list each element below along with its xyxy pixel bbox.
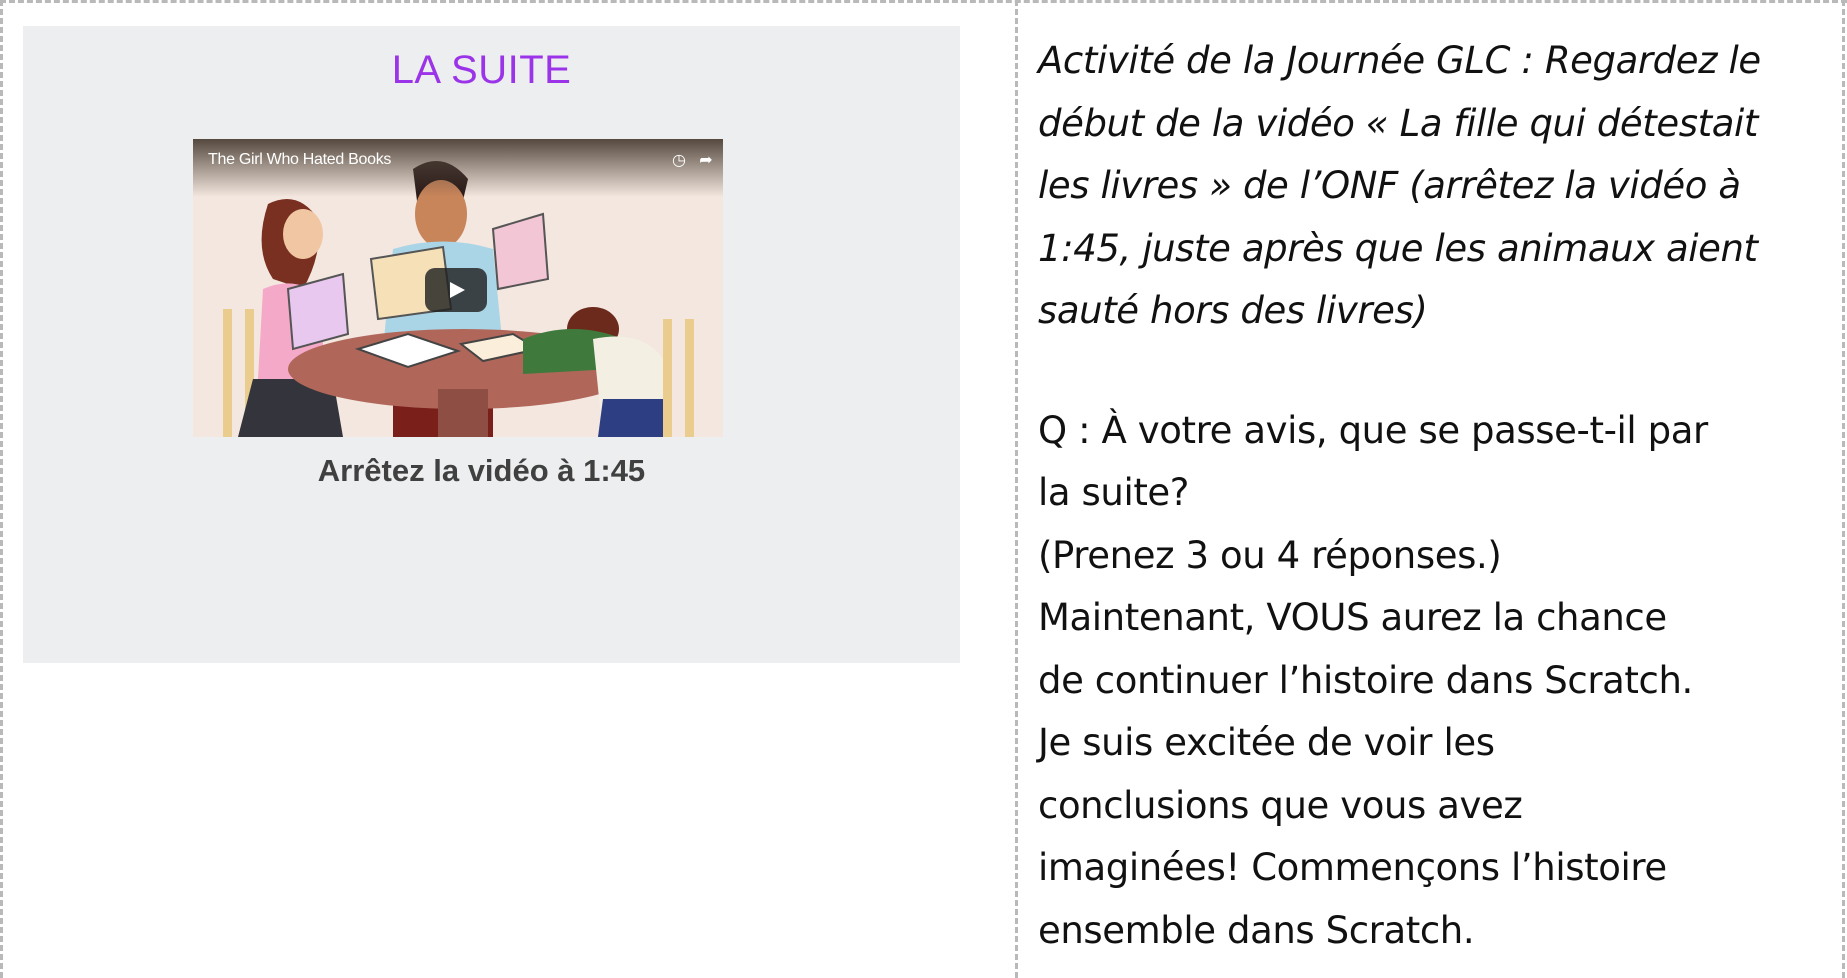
- activity-line-5: sauté hors des livres): [1038, 289, 1428, 332]
- video-title[interactable]: The Girl Who Hated Books: [208, 151, 391, 169]
- body-line-4: Maintenant, VOUS aurez la chance: [1038, 596, 1667, 639]
- table-border-top: [0, 0, 1847, 3]
- video-caption: Arrêtez la vidéo à 1:45: [317, 453, 646, 488]
- activity-line-2: début de la vidéo « La fille qui détesta…: [1038, 101, 1758, 145]
- clock-icon[interactable]: ◷: [669, 150, 689, 170]
- page: LA SUITE The Girl Who Hated Books ◷ ➦ Ar…: [0, 0, 1847, 978]
- video-player[interactable]: The Girl Who Hated Books ◷ ➦: [193, 139, 723, 437]
- body-line-9: ensemble dans Scratch.: [1038, 908, 1475, 952]
- table-border-right: [1842, 0, 1845, 978]
- body-line-2: la suite?: [1038, 471, 1190, 514]
- slide-thumbnail: LA SUITE The Girl Who Hated Books ◷ ➦ Ar…: [23, 26, 960, 663]
- body-line-8: imaginées! Commençons l’histoire: [1038, 846, 1667, 889]
- speaker-notes: Activité de la Journée GLC : Regardez le…: [1038, 30, 1838, 962]
- activity-line-1: Activité de la Journée GLC : Regardez le: [1038, 39, 1761, 82]
- slide-title: LA SUITE: [391, 48, 572, 92]
- play-icon[interactable]: [425, 268, 487, 312]
- share-icon[interactable]: ➦: [696, 150, 716, 170]
- body-line-3: (Prenez 3 ou 4 réponses.): [1038, 533, 1502, 577]
- activity-line-4: 1:45, juste après que les animaux aient: [1038, 226, 1758, 270]
- activity-line-3: les livres » de l’ONF (arrêtez la vidéo …: [1038, 164, 1741, 207]
- body-line-7: conclusions que vous avez: [1038, 783, 1523, 827]
- body-line-6: Je suis excitée de voir les: [1038, 721, 1495, 764]
- body-line-5: de continuer l’histoire dans Scratch.: [1038, 658, 1693, 702]
- table-border-left: [0, 0, 3, 978]
- table-border-middle: [1015, 0, 1018, 978]
- body-line-1: Q : À votre avis, que se passe-t-il par: [1038, 408, 1708, 452]
